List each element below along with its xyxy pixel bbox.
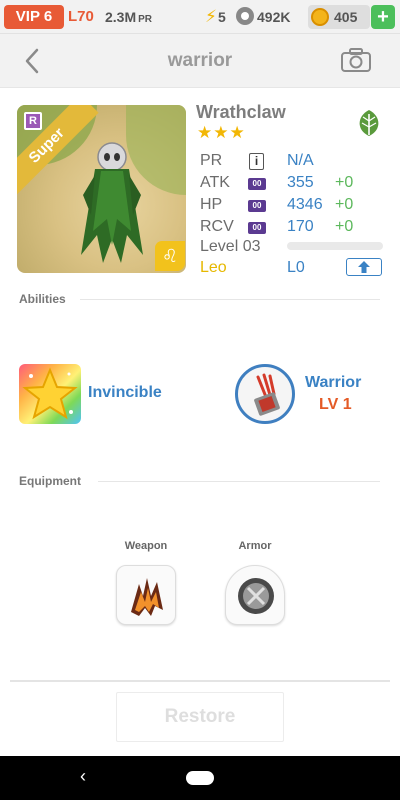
rcv-value: 170 [287, 218, 314, 235]
rcv-bonus: +0 [335, 218, 354, 235]
paw-icon [236, 7, 254, 25]
energy-value: 5 [217, 9, 226, 25]
equipment-section-title: Equipment [19, 474, 81, 488]
power-unit: PR [138, 14, 153, 25]
ability-name[interactable]: Invincible [88, 384, 162, 402]
info-icon[interactable]: i [249, 153, 264, 170]
rcv-stat-icon: 00 [248, 222, 266, 234]
vip-badge[interactable]: VIP 6 [4, 5, 64, 29]
skill-level: LV 1 [319, 396, 352, 413]
atk-label: ATK [200, 174, 230, 191]
footer-divider [10, 680, 390, 682]
player-level: L70 [68, 8, 94, 25]
atk-stat-icon: 00 [248, 178, 266, 190]
rcv-label: RCV [200, 218, 234, 235]
shield-armor-icon [238, 578, 274, 614]
nature-element-icon [355, 108, 383, 138]
page-header: warrior [0, 34, 400, 88]
top-status-bar: VIP 6 L70 2.3M PR ⚡5 492K 405 + [0, 0, 400, 34]
power-rating: 2.3M PR [105, 5, 152, 29]
invincible-ability-icon[interactable] [19, 364, 81, 424]
atk-value: 355 [287, 174, 314, 191]
leo-zodiac-icon: ♌ [155, 241, 185, 271]
back-button[interactable] [18, 46, 48, 76]
pr-value: N/A [287, 152, 314, 169]
add-coins-button[interactable]: + [371, 5, 395, 29]
coin-icon [311, 8, 329, 26]
hp-value: 4346 [287, 196, 323, 213]
section-divider [80, 299, 380, 300]
nav-back-button[interactable]: ‹ [80, 766, 86, 787]
paw-points-counter: 492K [236, 5, 290, 29]
armor-slot[interactable] [225, 565, 285, 625]
chevron-left-icon [25, 48, 39, 74]
warrior-skill-icon[interactable] [235, 364, 295, 424]
weapon-label: Weapon [124, 540, 168, 552]
section-divider [98, 481, 380, 482]
pr-label: PR [200, 152, 223, 169]
zodiac-level: L0 [287, 259, 305, 276]
coin-value: 405 [334, 9, 358, 25]
monster-sprite-icon [81, 142, 143, 263]
coin-counter: 405 [308, 5, 370, 29]
hero-name: Wrathclaw [196, 102, 286, 122]
skill-name[interactable]: Warrior [305, 374, 361, 392]
lightning-icon: ⚡ [205, 7, 217, 26]
atk-bonus: +0 [335, 174, 354, 191]
armor-label: Armor [238, 540, 272, 552]
camera-icon [341, 48, 371, 72]
system-nav-bar: ‹ [0, 756, 400, 800]
level-label: Level 03 [200, 238, 261, 255]
arrow-up-icon [358, 261, 370, 273]
hp-label: HP [200, 196, 223, 213]
nav-home-button[interactable] [186, 771, 214, 785]
paw-points-value: 492K [257, 9, 291, 25]
zodiac-label: Leo [200, 259, 227, 276]
hp-bonus: +0 [335, 196, 354, 213]
star-rating: ★★★ [197, 123, 246, 142]
hp-stat-icon: 00 [248, 200, 266, 212]
zodiac-upgrade-button[interactable] [346, 258, 382, 276]
restore-button[interactable]: Restore [116, 692, 284, 742]
abilities-section-title: Abilities [19, 292, 66, 306]
rarity-icon: R [24, 112, 42, 130]
energy-counter: ⚡5 [205, 5, 226, 29]
weapon-slot[interactable] [116, 565, 176, 625]
level-progress-bar [287, 242, 383, 250]
claw-weapon-icon [131, 578, 163, 616]
camera-button[interactable] [340, 47, 372, 73]
power-value: 2.3M [105, 9, 137, 25]
